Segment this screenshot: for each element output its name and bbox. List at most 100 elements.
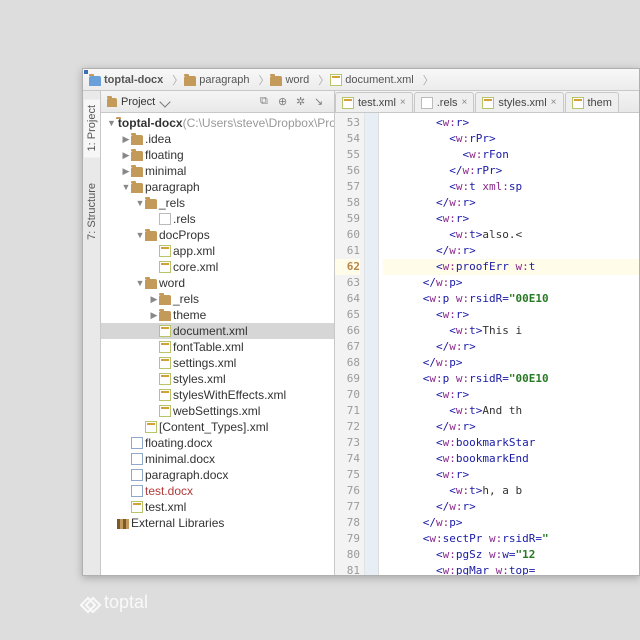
project-tool-tab[interactable]: 1: Project — [84, 99, 100, 157]
disclosure-triangle-icon[interactable]: ▶ — [149, 291, 159, 307]
tree-node[interactable]: ▼paragraph — [101, 179, 334, 195]
tree-node[interactable]: ▶theme — [101, 307, 334, 323]
disclosure-triangle-icon[interactable]: ▼ — [107, 115, 116, 131]
folder-icon — [89, 76, 101, 86]
file-icon — [572, 97, 584, 109]
tree-node[interactable]: fontTable.xml — [101, 339, 334, 355]
close-icon[interactable]: × — [400, 97, 406, 108]
tree-node-label: minimal — [145, 163, 186, 179]
tree-node[interactable]: test.xml — [101, 499, 334, 515]
folder-icon — [131, 167, 143, 177]
tree-node-label: test.xml — [145, 499, 186, 515]
folder-icon — [145, 199, 157, 209]
editor-tab[interactable]: .rels × — [414, 92, 475, 112]
tree-node[interactable]: ▶floating — [101, 147, 334, 163]
project-view-label[interactable]: Project — [121, 96, 155, 108]
breadcrumb-item[interactable]: paragraph — [184, 74, 249, 86]
tree-node-label: test.docx — [145, 483, 193, 499]
tree-node[interactable]: app.xml — [101, 243, 334, 259]
project-pane-header: Project ⧉ ⊕ ✲ ↘ — [101, 91, 334, 113]
scroll-from-source-icon[interactable]: ⊕ — [278, 95, 292, 109]
tree-node-label: word — [159, 275, 185, 291]
tree-node[interactable]: settings.xml — [101, 355, 334, 371]
tree-node[interactable]: styles.xml — [101, 371, 334, 387]
folder-icon — [131, 183, 143, 193]
tree-node-label: .idea — [145, 131, 171, 147]
editor-area: test.xml × .rels × styles.xml × them 535455565… — [335, 91, 639, 575]
ide-body: 1: Project 7: Structure Project ⧉ ⊕ ✲ ↘ … — [83, 91, 639, 575]
tree-node-label: _rels — [173, 291, 199, 307]
tree-node-label: _rels — [159, 195, 185, 211]
xml-icon — [159, 389, 171, 401]
tree-node[interactable]: minimal.docx — [101, 451, 334, 467]
project-tree[interactable]: ▼toptal-docx (C:\Users\steve\Dropbox\Pro… — [101, 113, 334, 575]
tree-node[interactable]: ▶ minimal — [101, 163, 334, 179]
tree-node[interactable]: .rels — [101, 211, 334, 227]
tree-node[interactable]: floating.docx — [101, 435, 334, 451]
chevron-down-icon[interactable] — [160, 96, 171, 107]
disclosure-triangle-icon[interactable]: ▼ — [135, 227, 145, 243]
xml-icon — [145, 421, 157, 433]
disclosure-triangle-icon[interactable]: ▶ — [149, 307, 159, 323]
code-content[interactable]: <w:r> <w:rPr> <w:rFon </w:rPr> <w:t xml:… — [379, 113, 639, 575]
close-icon[interactable]: × — [462, 97, 468, 108]
tree-node[interactable]: External Libraries — [101, 515, 334, 531]
tree-node[interactable]: core.xml — [101, 259, 334, 275]
collapse-all-icon[interactable]: ⧉ — [260, 95, 274, 109]
breadcrumb-item[interactable]: document.xml — [330, 74, 413, 86]
hide-icon[interactable]: ↘ — [314, 95, 328, 109]
disclosure-triangle-icon[interactable]: ▶ — [121, 163, 131, 179]
editor-tabs: test.xml × .rels × styles.xml × them — [335, 91, 639, 113]
tree-node-label: docProps — [159, 227, 210, 243]
tab-label: .rels — [437, 97, 458, 109]
line-gutter: 5354555657585960616263646566676869707172… — [335, 113, 365, 575]
tab-label: them — [588, 97, 612, 109]
tree-node[interactable]: [Content_Types].xml — [101, 419, 334, 435]
tree-node[interactable]: paragraph.docx — [101, 467, 334, 483]
tree-node[interactable]: ▼toptal-docx (C:\Users\steve\Dropbox\Pro… — [101, 115, 334, 131]
disclosure-triangle-icon[interactable]: ▼ — [135, 195, 145, 211]
tree-node[interactable]: test.docx — [101, 483, 334, 499]
tree-node-label: External Libraries — [131, 515, 224, 531]
folder-icon — [145, 279, 157, 289]
tree-node[interactable]: document.xml — [101, 323, 334, 339]
tree-node-path: (C:\Users\steve\Dropbox\Projects\topt — [183, 115, 334, 131]
toptal-logo-icon — [82, 595, 98, 611]
tab-label: test.xml — [358, 97, 396, 109]
tree-node-label: paragraph.docx — [145, 467, 228, 483]
editor-tab[interactable]: them — [565, 92, 619, 112]
brand-watermark: toptal — [82, 592, 148, 613]
editor-tab[interactable]: test.xml × — [335, 92, 413, 112]
code-editor[interactable]: 5354555657585960616263646566676869707172… — [335, 113, 639, 575]
disclosure-triangle-icon[interactable]: ▼ — [121, 179, 131, 195]
tab-label: styles.xml — [498, 97, 546, 109]
xml-icon — [131, 501, 143, 513]
tree-node-label: webSettings.xml — [173, 403, 260, 419]
tree-node[interactable]: ▼ word — [101, 275, 334, 291]
disclosure-triangle-icon[interactable]: ▼ — [135, 275, 145, 291]
xml-icon — [159, 261, 171, 273]
structure-tool-tab[interactable]: 7: Structure — [84, 177, 100, 246]
tree-node[interactable]: ▶ .idea — [101, 131, 334, 147]
ide-window: toptal-docx〉 paragraph〉 word〉 document.x… — [82, 68, 640, 576]
tree-node[interactable]: ▼ docProps — [101, 227, 334, 243]
doc-icon — [131, 453, 143, 465]
tree-node-label: stylesWithEffects.xml — [173, 387, 286, 403]
disclosure-triangle-icon[interactable]: ▶ — [121, 131, 131, 147]
tree-node[interactable]: stylesWithEffects.xml — [101, 387, 334, 403]
breadcrumb-item[interactable]: word — [270, 74, 309, 86]
tree-node-label: minimal.docx — [145, 451, 215, 467]
disclosure-triangle-icon[interactable]: ▶ — [121, 147, 131, 163]
tree-node[interactable]: ▼ _rels — [101, 195, 334, 211]
tree-node[interactable]: ▶ _rels — [101, 291, 334, 307]
doc-icon — [131, 485, 143, 497]
close-icon[interactable]: × — [551, 97, 557, 108]
breadcrumb-item[interactable]: toptal-docx — [89, 74, 163, 86]
tree-node[interactable]: webSettings.xml — [101, 403, 334, 419]
settings-gear-icon[interactable]: ✲ — [296, 95, 310, 109]
tree-node-label: toptal-docx — [118, 115, 183, 131]
tree-node-label: document.xml — [173, 323, 248, 339]
xml-icon — [159, 373, 171, 385]
folder-icon — [184, 76, 196, 86]
editor-tab[interactable]: styles.xml × — [475, 92, 563, 112]
